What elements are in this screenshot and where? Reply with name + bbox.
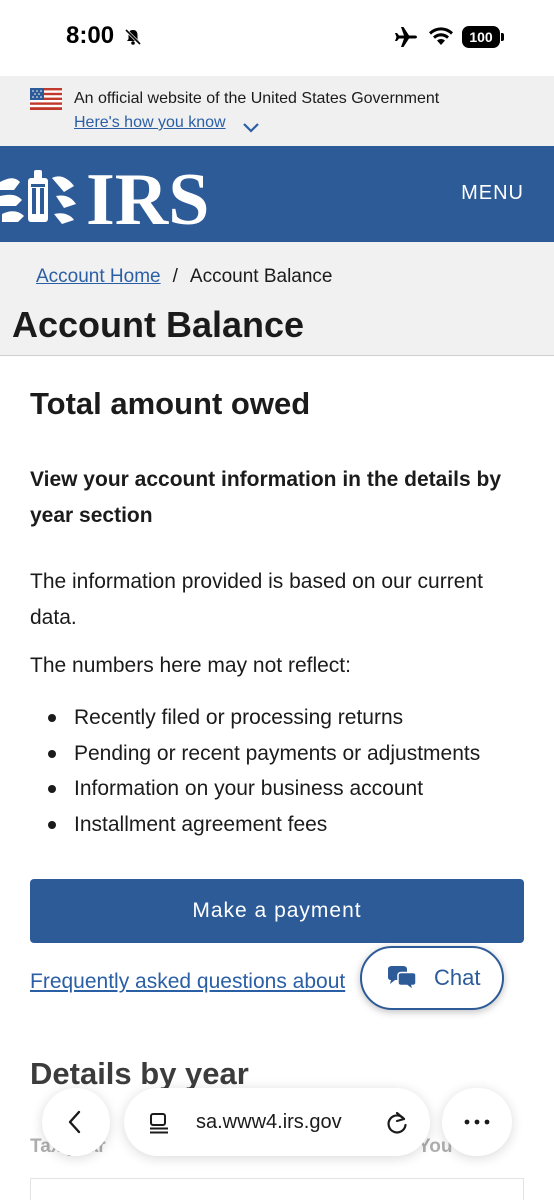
status-time: 8:00	[66, 22, 115, 49]
reflect-paragraph: The numbers here may not reflect:	[30, 654, 351, 677]
intro-text: View your account information in the det…	[30, 468, 502, 527]
wifi-icon	[429, 27, 453, 45]
chat-button[interactable]: Chat	[360, 946, 504, 1010]
page-menu-icon[interactable]	[148, 1112, 170, 1134]
list-item: Installment agreement fees	[30, 807, 530, 843]
svg-text:IRS: IRS	[86, 164, 209, 230]
ellipsis-icon	[464, 1119, 490, 1125]
make-payment-button[interactable]: Make a payment	[30, 879, 524, 943]
not-reflected-list: Recently filed or processing returns Pen…	[30, 700, 530, 842]
title-area: Account Home / Account Balance Account Bal…	[0, 242, 554, 356]
breadcrumb-current: Account Balance	[189, 266, 333, 287]
irs-logo[interactable]: IRS	[0, 164, 220, 230]
site-header: IRS MENU	[0, 146, 554, 242]
url-text[interactable]: sa.www4.irs.gov	[196, 1111, 342, 1134]
total-owed-heading: Total amount owed	[30, 386, 311, 421]
menu-button[interactable]: MENU	[461, 182, 524, 205]
list-item: Pending or recent payments or adjustment…	[30, 736, 530, 772]
back-button[interactable]	[42, 1088, 110, 1156]
info-paragraph: The information provided is based on our…	[30, 570, 483, 629]
us-flag-icon	[30, 88, 62, 110]
battery-level: 100	[462, 26, 500, 48]
address-bar[interactable]: sa.www4.irs.gov	[124, 1088, 430, 1156]
breadcrumb: Account Home / Account Balance	[36, 266, 333, 288]
status-bar: 8:00 100	[0, 0, 554, 76]
bell-slash-icon	[124, 28, 142, 46]
gov-banner-text: An official website of the United States…	[74, 90, 440, 107]
breadcrumb-separator: /	[172, 266, 178, 287]
chat-bubbles-icon	[388, 966, 417, 992]
page-title: Account Balance	[12, 304, 305, 345]
table-row	[30, 1178, 524, 1200]
how-you-know-link[interactable]: Here's how you know	[74, 114, 226, 132]
chevron-down-icon[interactable]	[242, 120, 260, 134]
reload-icon[interactable]	[384, 1110, 410, 1136]
list-item: Recently filed or processing returns	[30, 700, 530, 736]
browser-toolbar: sa.www4.irs.gov	[0, 1086, 554, 1158]
breadcrumb-account-home[interactable]: Account Home	[36, 266, 161, 287]
list-item: Information on your business account	[30, 771, 530, 807]
more-options-button[interactable]	[442, 1088, 512, 1156]
battery-icon: 100	[462, 26, 504, 48]
gov-banner: An official website of the United States…	[0, 76, 554, 146]
airplane-icon	[395, 27, 417, 47]
chat-label: Chat	[434, 965, 481, 990]
chevron-left-icon	[68, 1110, 81, 1134]
faq-link[interactable]: Frequently asked questions about	[30, 970, 345, 994]
